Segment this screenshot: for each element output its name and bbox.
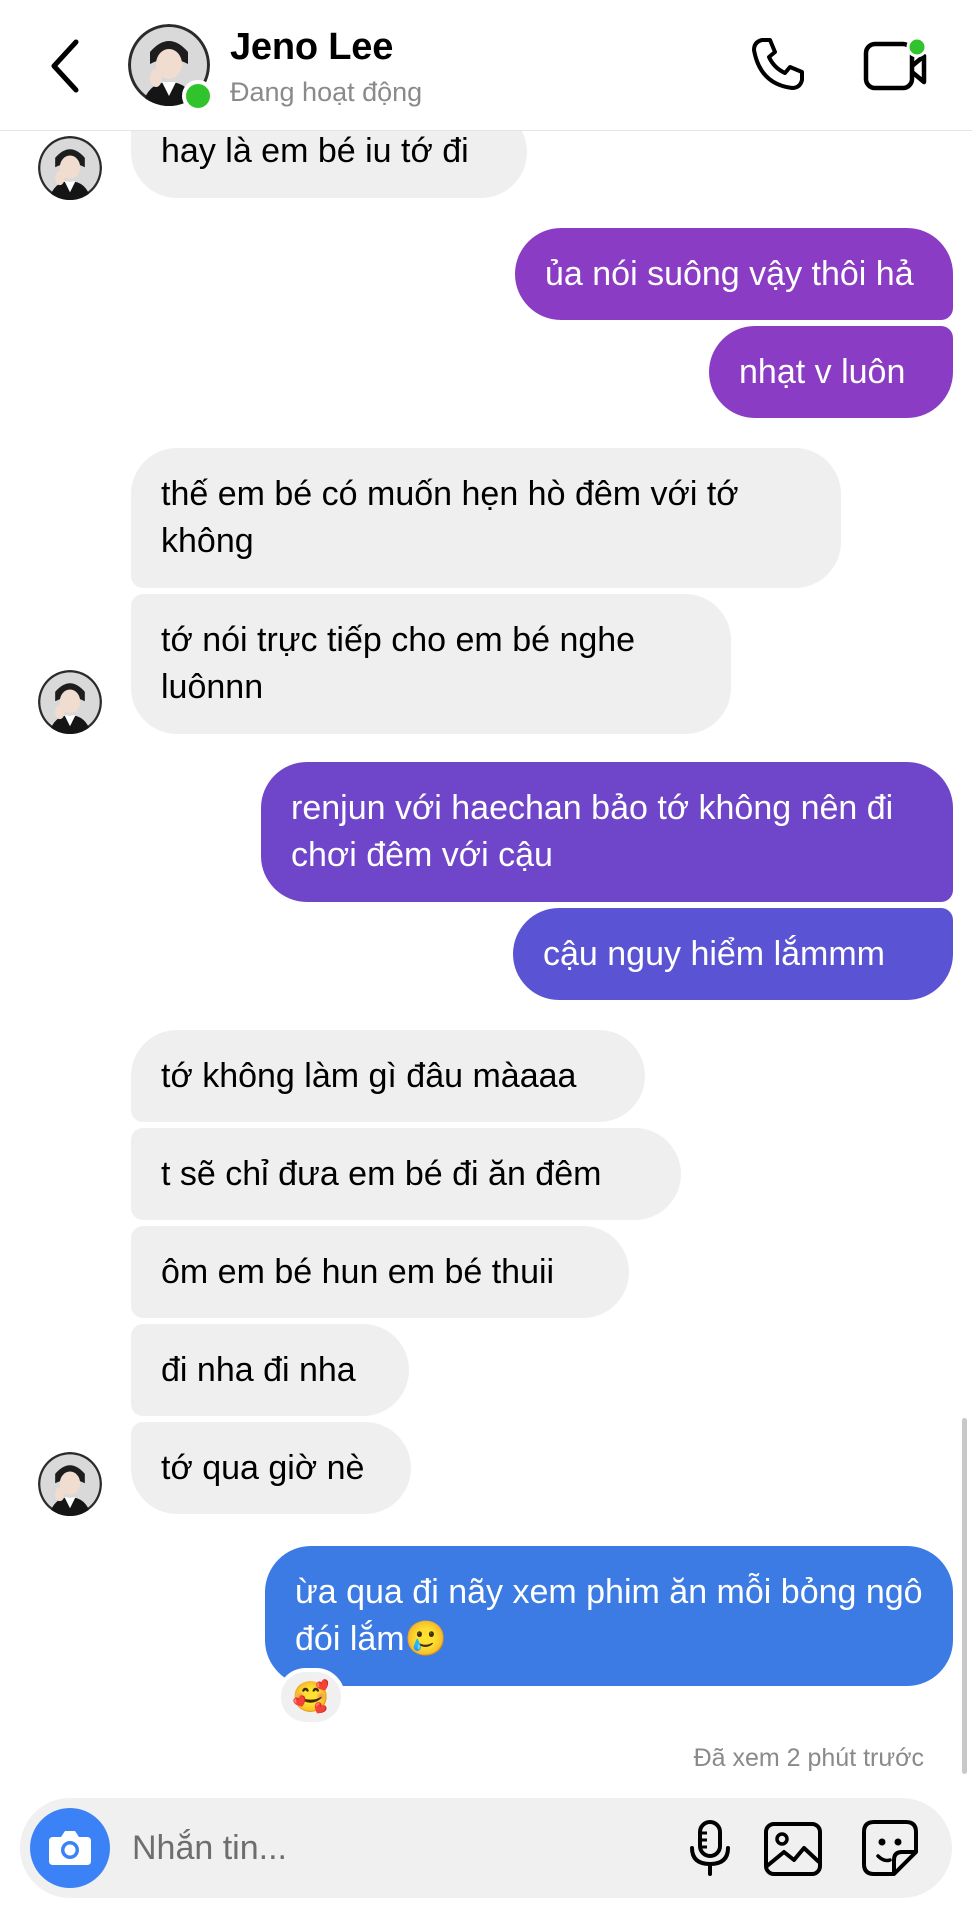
seen-status: Đã xem 2 phút trước	[693, 1744, 924, 1772]
incoming-message[interactable]: tớ nói trực tiếp cho em bé nghe luônnn	[131, 594, 731, 734]
phone-call-icon[interactable]	[748, 34, 808, 94]
sender-avatar[interactable]	[38, 1452, 102, 1516]
chat-header: Jeno Lee Đang hoạt động	[0, 0, 972, 131]
gallery-icon[interactable]	[762, 1820, 824, 1878]
contact-activity-status: Đang hoạt động	[230, 77, 423, 107]
message-reaction[interactable]: 🥰	[277, 1668, 345, 1726]
camera-icon	[49, 1831, 91, 1865]
outgoing-message[interactable]: renjun với haechan bảo tớ không nên đi c…	[261, 762, 953, 902]
microphone-icon[interactable]	[680, 1818, 740, 1878]
incoming-message[interactable]: thế em bé có muốn hẹn hò đêm với tớ khôn…	[131, 448, 841, 588]
camera-button[interactable]	[30, 1808, 110, 1888]
video-call-icon[interactable]	[862, 36, 932, 96]
sticker-icon[interactable]	[860, 1818, 920, 1878]
message-input[interactable]	[132, 1818, 652, 1878]
sender-avatar[interactable]	[38, 670, 102, 734]
back-chevron-icon[interactable]	[42, 36, 92, 96]
incoming-message[interactable]: ôm em bé hun em bé thuii	[131, 1226, 629, 1318]
message-composer	[20, 1798, 952, 1898]
incoming-message[interactable]: t sẽ chỉ đưa em bé đi ăn đêm	[131, 1128, 681, 1220]
sender-avatar[interactable]	[38, 136, 102, 200]
incoming-message[interactable]: tớ không làm gì đâu màaaa	[131, 1030, 645, 1122]
online-status-dot	[182, 80, 214, 112]
outgoing-message[interactable]: cậu nguy hiểm lắmmm	[513, 908, 953, 1000]
outgoing-message[interactable]: nhạt v luôn	[709, 326, 953, 418]
outgoing-message[interactable]: ủa nói suông vậy thôi hả	[515, 228, 953, 320]
incoming-message[interactable]: tớ qua giờ nè	[131, 1422, 411, 1514]
contact-name[interactable]: Jeno Lee	[230, 26, 393, 69]
incoming-message[interactable]: đi nha đi nha	[131, 1324, 409, 1416]
scrollbar[interactable]	[962, 1418, 967, 1774]
outgoing-message[interactable]: ừa qua đi nãy xem phim ăn mỗi bỏng ngô đ…	[265, 1546, 953, 1686]
